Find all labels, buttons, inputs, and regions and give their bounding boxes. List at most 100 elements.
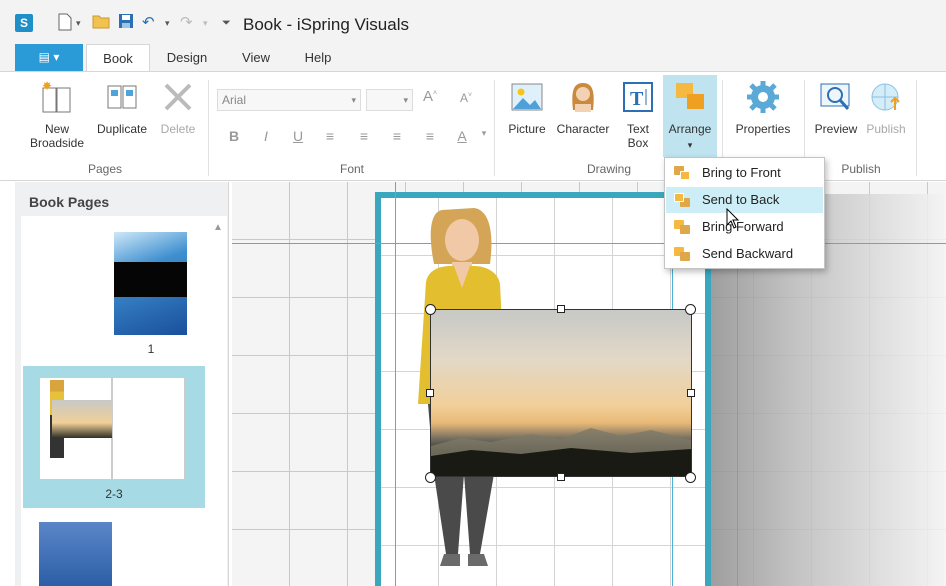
send-backward-icon [674,247,690,261]
character-label: Character [556,122,610,136]
page-thumbnail[interactable] [39,522,112,586]
undo-dropdown-icon[interactable]: ▾ [165,13,170,33]
new-broadside-label: New Broadside [29,122,85,150]
customize-toolbar-icon[interactable]: ⏷ [222,13,231,33]
book-pages-panel: Book Pages ▲ 1 2-3 [15,182,229,586]
tab-book[interactable]: Book [86,44,150,72]
group-separator [494,80,495,176]
text-box-button[interactable]: T Text Box [618,80,658,150]
justify-icon[interactable]: ≡ [420,128,440,144]
font-family-value: Arial [222,93,247,107]
font-family-select[interactable]: Arial ▾ [217,89,361,111]
scroll-up-icon[interactable]: ▲ [213,222,223,233]
menu-item-label: Send Backward [702,246,794,261]
thumbnail-left-page [39,377,112,480]
duplicate-label: Duplicate [96,122,148,136]
file-menu-label: ▤ ▾ [38,50,60,64]
editing-canvas[interactable] [232,182,946,586]
new-broadside-button[interactable]: ✸ New Broadside [22,79,92,150]
send-to-back-icon [674,193,690,207]
thumbnail-image [114,232,187,335]
align-center-icon[interactable]: ≡ [354,128,374,144]
bring-to-front-icon [674,166,690,180]
character-button[interactable]: Character [552,80,614,136]
page-number: 2-3 [105,487,123,501]
properties-button[interactable]: Properties [728,80,798,136]
resize-handle[interactable] [557,473,565,481]
landscape-photo[interactable] [430,309,692,477]
menu-item-send-to-back[interactable]: Send to Back [666,187,823,213]
arrange-dropdown-menu: Bring to Front Send to Back Bring Forwar… [664,157,825,269]
picture-button[interactable]: Picture [504,80,550,136]
menu-item-label: Bring Forward [702,219,784,234]
align-left-icon[interactable]: ≡ [320,128,340,144]
folder-icon[interactable] [92,13,110,33]
page-thumbnail[interactable]: 1 [21,216,207,356]
tab-design[interactable]: Design [156,44,218,72]
thumbnail-right-page [112,377,185,480]
svg-text:✸: ✸ [42,80,52,93]
align-right-icon[interactable]: ≡ [387,128,407,144]
gear-icon [746,80,780,114]
character-icon [566,80,600,114]
menu-item-bring-to-front[interactable]: Bring to Front [666,160,823,186]
undo-icon[interactable]: ↶ [142,13,155,33]
delete-label: Delete [160,122,196,136]
horizontal-guide[interactable] [232,243,946,244]
tab-help[interactable]: Help [292,44,344,72]
window-title: Book - iSpring Visuals [243,15,409,34]
redo-icon[interactable]: ↷ [180,13,193,33]
menu-item-bring-forward[interactable]: Bring Forward [666,214,823,240]
picture-icon [510,80,544,114]
vertical-guide[interactable] [395,182,396,586]
duplicate-button[interactable]: Duplicate [90,80,154,136]
grow-font-icon[interactable]: A˄ [420,88,440,105]
preview-button[interactable]: Preview [810,80,862,136]
font-size-select[interactable]: ▾ [366,89,413,111]
pages-group-label: Pages [87,162,123,176]
font-group-label: Font [339,162,364,176]
new-dropdown-icon[interactable]: ▾ [76,13,81,33]
save-icon[interactable] [118,13,134,33]
resize-handle[interactable] [425,304,436,315]
chevron-down-icon[interactable]: ▾ [474,128,494,139]
properties-label: Properties [735,122,791,136]
menu-item-label: Bring to Front [702,165,781,180]
file-menu-button[interactable]: ▤ ▾ [15,44,83,71]
panel-title: Book Pages [29,194,110,210]
new-broadside-icon: ✸ [40,79,74,114]
new-document-icon[interactable] [58,13,72,33]
page-thumbnail-selected[interactable]: 2-3 [23,366,205,508]
picture-label: Picture [508,122,546,136]
resize-handle[interactable] [425,472,436,483]
resize-handle[interactable] [685,472,696,483]
mouse-cursor-icon [726,207,740,230]
resize-handle[interactable] [557,305,565,313]
group-separator [916,80,917,176]
preview-icon [819,80,853,114]
bring-forward-icon [674,220,690,234]
arrange-button[interactable]: Arrange ▾ [663,75,717,157]
arrange-label: Arrange [668,122,712,136]
tab-view[interactable]: View [230,44,282,72]
redo-dropdown-icon[interactable]: ▾ [203,13,208,33]
underline-icon[interactable]: U [288,128,308,144]
publish-button[interactable]: Publish [862,80,910,136]
bold-icon[interactable]: B [224,128,244,144]
preview-label: Preview [814,122,858,136]
menu-item-send-backward[interactable]: Send Backward [666,241,823,267]
text-box-label: Text Box [626,122,649,150]
shrink-font-icon[interactable]: A˅ [456,91,476,105]
app-logo-icon[interactable]: S [15,14,33,32]
delete-icon [161,80,195,114]
chevron-down-icon: ▾ [351,95,356,105]
resize-handle[interactable] [426,389,434,397]
italic-icon[interactable]: I [256,128,276,144]
font-color-icon[interactable]: A [452,128,472,144]
globe-icon [869,80,903,114]
menu-item-label: Send to Back [702,192,780,207]
resize-handle[interactable] [687,389,695,397]
resize-handle[interactable] [685,304,696,315]
page-thumbnail-list[interactable]: ▲ 1 2-3 [21,216,227,586]
delete-button[interactable]: Delete [154,80,202,136]
